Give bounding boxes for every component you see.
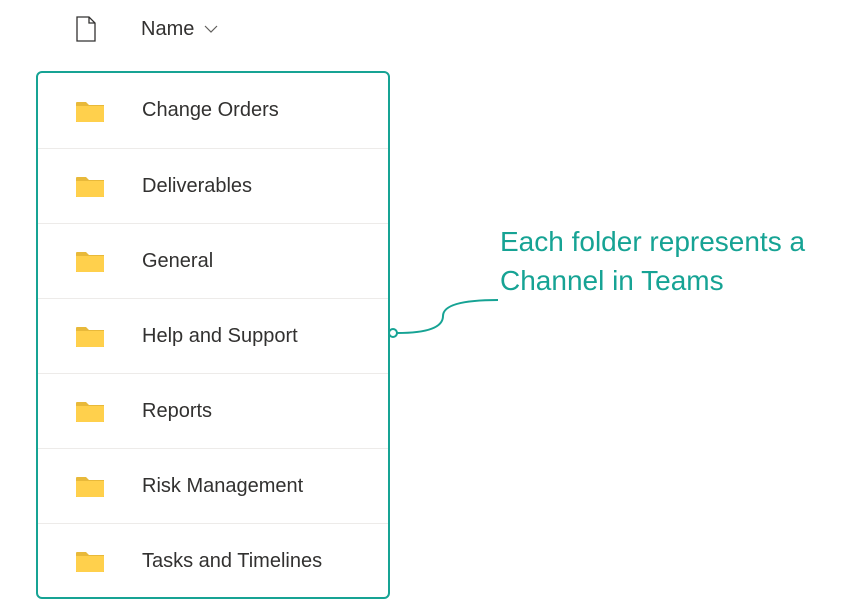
folder-list: Change Orders Deliverables General bbox=[36, 73, 390, 598]
folder-icon bbox=[76, 175, 104, 197]
folder-name: Deliverables bbox=[142, 175, 252, 198]
folder-name: Help and Support bbox=[142, 325, 298, 348]
annotation-text: Each folder represents a Channel in Team… bbox=[500, 222, 820, 300]
column-header-row: Name bbox=[0, 0, 844, 58]
list-item[interactable]: Tasks and Timelines bbox=[36, 523, 390, 598]
annotation-connector bbox=[388, 298, 500, 338]
list-item[interactable]: Risk Management bbox=[36, 448, 390, 523]
folder-icon bbox=[76, 250, 104, 272]
folder-icon bbox=[76, 475, 104, 497]
name-column-label: Name bbox=[141, 18, 194, 41]
folder-icon bbox=[76, 100, 104, 122]
list-item[interactable]: Deliverables bbox=[36, 148, 390, 223]
folder-name: Reports bbox=[142, 400, 212, 423]
folder-name: Tasks and Timelines bbox=[142, 550, 322, 573]
name-column-header[interactable]: Name bbox=[141, 18, 218, 41]
list-item[interactable]: General bbox=[36, 223, 390, 298]
list-item[interactable]: Help and Support bbox=[36, 298, 390, 373]
list-item[interactable]: Reports bbox=[36, 373, 390, 448]
file-type-column-icon bbox=[76, 16, 96, 42]
folder-icon bbox=[76, 550, 104, 572]
annotation-callout: Each folder represents a Channel in Team… bbox=[500, 222, 820, 300]
chevron-down-icon bbox=[204, 22, 218, 36]
folder-icon bbox=[76, 325, 104, 347]
folder-name: Change Orders bbox=[142, 99, 279, 122]
list-item[interactable]: Change Orders bbox=[36, 73, 390, 148]
folder-icon bbox=[76, 400, 104, 422]
folder-name: Risk Management bbox=[142, 475, 303, 498]
folder-name: General bbox=[142, 250, 213, 273]
